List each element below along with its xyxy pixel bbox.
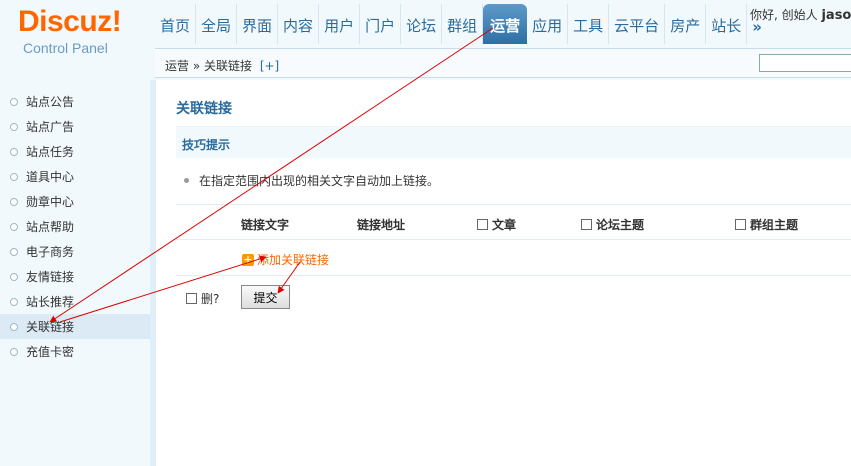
nav-operations[interactable]: 运营 — [483, 4, 528, 44]
col-article: 文章 — [477, 216, 516, 233]
sidebar-item-medals[interactable]: 勋章中心 — [0, 189, 150, 214]
add-row: + 添加关联链接 — [176, 240, 851, 276]
delete-checkbox[interactable] — [186, 293, 197, 304]
breadcrumb-bar: 运营 » 关联链接 [+] — [155, 48, 851, 78]
nav-portal[interactable]: 门户 — [360, 4, 402, 44]
bullet-icon — [184, 178, 189, 183]
tip-line: 在指定范围内出现的相关文字自动加上链接。 — [184, 172, 439, 189]
add-to-shortcut-button[interactable]: [+] — [260, 59, 279, 73]
nav-users[interactable]: 用户 — [319, 4, 361, 44]
bullet-icon — [10, 297, 18, 306]
sidebar-item-recommend[interactable]: 站长推荐 — [0, 289, 150, 314]
bullet-icon — [10, 97, 18, 106]
logo-subtitle: Control Panel — [23, 40, 108, 56]
sidebar-item-ads[interactable]: 站点广告 — [0, 114, 150, 139]
logo-exclaim: ! — [111, 5, 122, 38]
nav-group[interactable]: 群组 — [442, 4, 484, 44]
nav-webmaster[interactable]: 站长 — [706, 4, 748, 44]
nav-home[interactable]: 首页 — [155, 4, 197, 44]
logo-brand: Discuz — [18, 5, 112, 38]
sidebar-item-help[interactable]: 站点帮助 — [0, 214, 150, 239]
tips-title: 技巧提示 — [182, 138, 231, 152]
col-group-thread: 群组主题 — [735, 216, 798, 233]
submit-button[interactable]: 提交 — [241, 285, 290, 309]
bullet-icon — [10, 272, 18, 281]
nav-content[interactable]: 内容 — [278, 4, 320, 44]
sidebar: 站点公告 站点广告 站点任务 道具中心 勋章中心 站点帮助 电子商务 友情链接 … — [0, 80, 156, 466]
bullet-icon — [10, 147, 18, 156]
breadcrumb-text: 运营 » 关联链接 — [165, 59, 252, 73]
sidebar-item-friend-links[interactable]: 友情链接 — [0, 264, 150, 289]
bullet-icon — [10, 347, 18, 356]
user-greeting: 你好, 创始人 jaso — [750, 6, 851, 23]
header: Discuz! Control Panel 首页 全局 界面 内容 用户 门户 … — [0, 0, 851, 80]
nav-forum[interactable]: 论坛 — [401, 4, 443, 44]
col-link-url: 链接地址 — [357, 218, 406, 232]
tip-text: 在指定范围内出现的相关文字自动加上链接。 — [199, 174, 440, 188]
sidebar-item-ecommerce[interactable]: 电子商务 — [0, 239, 150, 264]
tips-header: 技巧提示 — [176, 126, 851, 158]
nav-realestate[interactable]: 房产 — [665, 4, 707, 44]
group-thread-checkbox[interactable] — [735, 219, 746, 230]
nav-apps[interactable]: 应用 — [527, 4, 569, 44]
bullet-icon — [10, 122, 18, 131]
main-content: 关联链接 技巧提示 在指定范围内出现的相关文字自动加上链接。 链接文字 链接地址… — [162, 80, 851, 466]
nav-global[interactable]: 全局 — [196, 4, 238, 44]
table-header: 链接文字 链接地址 文章 论坛主题 群组主题 — [176, 204, 851, 240]
bullet-icon — [10, 247, 18, 256]
nav-cloud[interactable]: 云平台 — [609, 4, 666, 44]
top-navigation: 首页 全局 界面 内容 用户 门户 论坛 群组 运营 应用 工具 云平台 房产 … — [155, 4, 767, 44]
plus-icon: + — [242, 252, 254, 266]
delete-label: 删? — [201, 292, 220, 306]
sidebar-item-announcements[interactable]: 站点公告 — [0, 89, 150, 114]
discuz-logo[interactable]: Discuz! Control Panel — [0, 0, 148, 80]
user-name[interactable]: jaso — [821, 8, 851, 23]
col-forum-thread: 论坛主题 — [581, 216, 644, 233]
delete-option: 删? — [186, 290, 219, 307]
sidebar-item-related-links[interactable]: 关联链接 — [0, 314, 150, 339]
add-related-link-button[interactable]: + 添加关联链接 — [242, 251, 329, 268]
search-input[interactable] — [759, 54, 851, 72]
forum-thread-checkbox[interactable] — [581, 219, 592, 230]
bullet-icon — [10, 172, 18, 181]
admin-control-panel: Discuz! Control Panel 首页 全局 界面 内容 用户 门户 … — [0, 0, 851, 466]
page-title: 关联链接 — [176, 101, 232, 117]
breadcrumb: 运营 » 关联链接 [+] — [165, 57, 279, 74]
col-link-text: 链接文字 — [241, 218, 290, 232]
bullet-icon — [10, 222, 18, 231]
bullet-icon — [10, 197, 18, 206]
greeting-text: 你好, 创始人 — [750, 8, 818, 22]
bullet-icon — [10, 322, 18, 331]
sidebar-item-tasks[interactable]: 站点任务 — [0, 139, 150, 164]
article-checkbox[interactable] — [477, 219, 488, 230]
sidebar-item-props[interactable]: 道具中心 — [0, 164, 150, 189]
nav-tools[interactable]: 工具 — [568, 4, 610, 44]
nav-interface[interactable]: 界面 — [237, 4, 279, 44]
sidebar-item-recharge-cards[interactable]: 充值卡密 — [0, 339, 150, 364]
